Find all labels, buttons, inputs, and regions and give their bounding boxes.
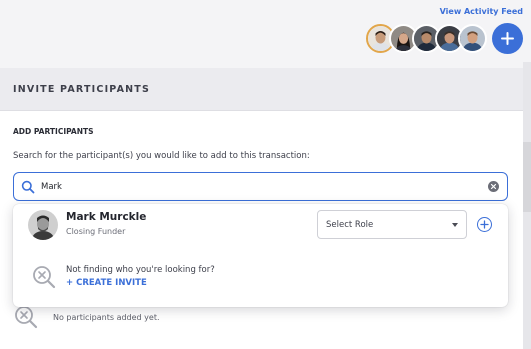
add-participant-button[interactable] [492, 23, 523, 54]
plus-circle-icon[interactable] [477, 217, 492, 232]
avatar [28, 210, 58, 240]
plus-icon [501, 32, 514, 45]
avatar-photo [28, 210, 58, 240]
helper-text: Search for the participant(s) you would … [13, 151, 310, 161]
search-icon [21, 180, 35, 194]
avatar[interactable] [458, 24, 487, 53]
participant-search[interactable] [13, 172, 508, 201]
participant-name: Mark Murckle [66, 211, 147, 223]
role-select[interactable]: Select Role [317, 210, 467, 239]
empty-state: No participants added yet. [13, 304, 160, 330]
search-input[interactable] [41, 181, 488, 192]
panel-header: INVITE PARTICIPANTS [0, 68, 523, 111]
create-invite-link[interactable]: + CREATE INVITE [66, 278, 147, 288]
result-item[interactable]: Mark Murckle Closing Funder Select Role [13, 204, 508, 248]
page-scrollbar[interactable] [523, 62, 531, 349]
top-bar: View Activity Feed [0, 0, 531, 62]
search-empty-icon [15, 306, 38, 329]
view-activity-feed-link[interactable]: View Activity Feed [440, 7, 523, 16]
search-results-dropdown: Mark Murckle Closing Funder Select Role … [13, 204, 508, 307]
search-not-found-icon [33, 266, 56, 289]
not-found-text: Not finding who you're looking for? [66, 265, 215, 275]
role-select-value: Select Role [326, 219, 374, 230]
participant-role: Closing Funder [66, 227, 126, 236]
app-screen: View Activity Feed INVITE PARTICIPANTS A… [0, 0, 531, 349]
avatar-photo-5 [460, 26, 485, 51]
section-title: ADD PARTICIPANTS [13, 127, 94, 136]
empty-state-text: No participants added yet. [53, 312, 160, 322]
chevron-down-icon [452, 222, 458, 227]
scrollbar-thumb[interactable] [523, 142, 531, 212]
clear-icon[interactable] [488, 181, 499, 192]
participant-avatars [366, 24, 487, 53]
panel-title: INVITE PARTICIPANTS [13, 83, 151, 95]
